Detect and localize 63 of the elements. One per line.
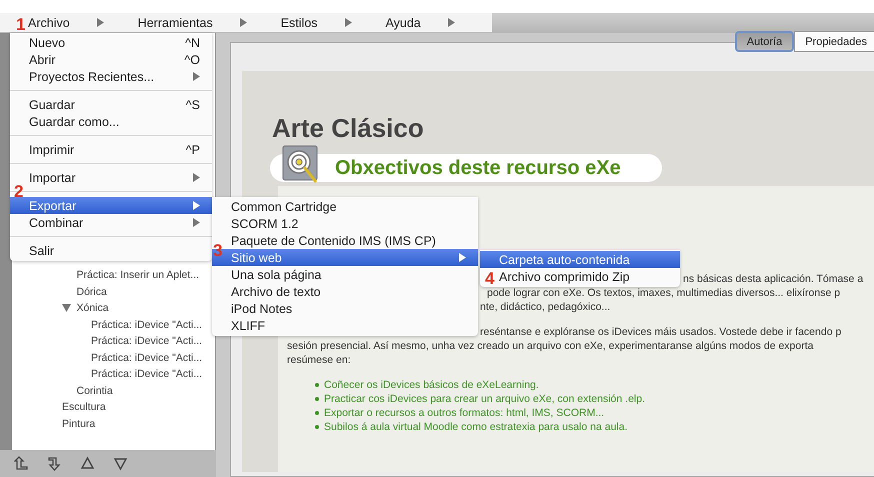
- body-text: sesión presencial. Así mesmo, unha vez creado un arquivo con eXe, experimentaranse algúns modos de exporta: [287, 339, 814, 353]
- outline-item[interactable]: Xónica: [76, 302, 109, 314]
- move-down-triangle-icon[interactable]: [113, 456, 128, 471]
- menu-item[interactable]: Nuevo ^N: [25, 34, 212, 51]
- bullet-icon: [315, 383, 319, 387]
- outline-item[interactable]: Escultura: [62, 401, 106, 414]
- menu-item[interactable]: Imprimir ^P: [25, 141, 212, 158]
- menu-item[interactable]: iPod Notes: [227, 300, 478, 317]
- menu-item[interactable]: Salir: [25, 242, 212, 259]
- menu-item[interactable]: XLIFF: [227, 317, 478, 334]
- menu-bar-item[interactable]: Estilos: [280, 16, 352, 30]
- menu-item[interactable]: Proyectos Recientes...: [25, 68, 212, 85]
- submenu-arrow-icon: [344, 18, 352, 27]
- submenu-arrow-icon: [448, 18, 455, 27]
- outline-item[interactable]: Pintura: [62, 418, 96, 430]
- disclosure-triangle-icon[interactable]: [62, 304, 70, 312]
- step-number: 1: [16, 16, 26, 33]
- menu-item[interactable]: Guardar como...: [25, 113, 212, 130]
- body-text: nte, didáctico, pedagóxico...: [480, 300, 610, 314]
- menu-item[interactable]: Archivo de texto: [227, 283, 478, 300]
- menu-item[interactable]: Paquete de Contenido IMS (IMS CP): [227, 232, 478, 249]
- step-number: 4: [485, 270, 494, 287]
- objective-item: Practicar cos iDevices para crear un arquivo eXe, con extensión .elp.: [324, 393, 645, 405]
- outline-item[interactable]: Práctica: iDevice "Acti...: [91, 368, 202, 380]
- menu-item[interactable]: Common Cartridge: [227, 198, 478, 215]
- menu-item[interactable]: Abrir ^O: [25, 51, 212, 68]
- objective-item: Subilos á aula virtual Moodle como estratexia para usalo na aula.: [324, 421, 628, 433]
- tab[interactable]: Propiedades: [794, 31, 874, 52]
- objective-item: Exportar o recursos a outros formatos: html, IMS, SCORM...: [324, 407, 604, 419]
- promote-arrow-icon[interactable]: [14, 456, 29, 471]
- menu-bar-item[interactable]: Archivo: [28, 16, 104, 30]
- bullet-icon: [315, 425, 319, 429]
- body-text: pode lograr con eXe. Os textos, imaxes, multimedias diversos... elixíronse p: [487, 286, 840, 300]
- menu-bar-item[interactable]: Herramientas: [138, 16, 247, 30]
- body-text: resúmese en:: [287, 353, 351, 367]
- outline-item[interactable]: Práctica: iDevice "Acti...: [91, 352, 202, 364]
- objective-item: Coñecer os iDevices básicos de eXeLearning.: [324, 379, 539, 391]
- body-text: reséntanse e explóranse os iDevices máis usados. Vostede debe ir facendo p: [480, 325, 842, 339]
- tab[interactable]: Autoría: [734, 31, 794, 52]
- menu-item[interactable]: Una sola página: [227, 266, 478, 283]
- menu-item[interactable]: Importar: [25, 169, 212, 186]
- menu-bar-item[interactable]: Ayuda: [386, 16, 455, 30]
- menu-item[interactable]: Archivo comprimido Zip: [495, 268, 680, 285]
- menu-item[interactable]: Combinar: [25, 214, 212, 231]
- submenu-arrow-icon: [96, 18, 104, 27]
- outline-item[interactable]: Dórica: [76, 286, 107, 298]
- menu-item[interactable]: Exportar: [10, 197, 212, 214]
- demote-arrow-icon[interactable]: [47, 456, 62, 471]
- step-number: 2: [14, 183, 24, 200]
- outline-item[interactable]: Práctica: Inserir un Aplet...: [76, 269, 200, 282]
- menu-item[interactable]: Carpeta auto-contenida: [480, 251, 680, 268]
- idevice-title: Obxectivos deste recurso eXe: [335, 156, 621, 180]
- outline-item[interactable]: Corintia: [76, 384, 113, 397]
- page-title: Arte Clásico: [272, 113, 425, 144]
- bullet-icon: [315, 411, 319, 415]
- bullet-icon: [315, 397, 319, 401]
- menu-item[interactable]: Guardar ^S: [25, 96, 212, 113]
- submenu-arrow-icon: [240, 18, 247, 27]
- body-text: ns básicas desta aplicación. Tómase a: [683, 272, 864, 286]
- outline-item[interactable]: Práctica: iDevice "Acti...: [91, 318, 202, 331]
- menu-item[interactable]: SCORM 1.2: [227, 215, 478, 232]
- outline-item[interactable]: Práctica: iDevice "Acti...: [91, 335, 202, 348]
- move-up-triangle-icon[interactable]: [80, 456, 95, 471]
